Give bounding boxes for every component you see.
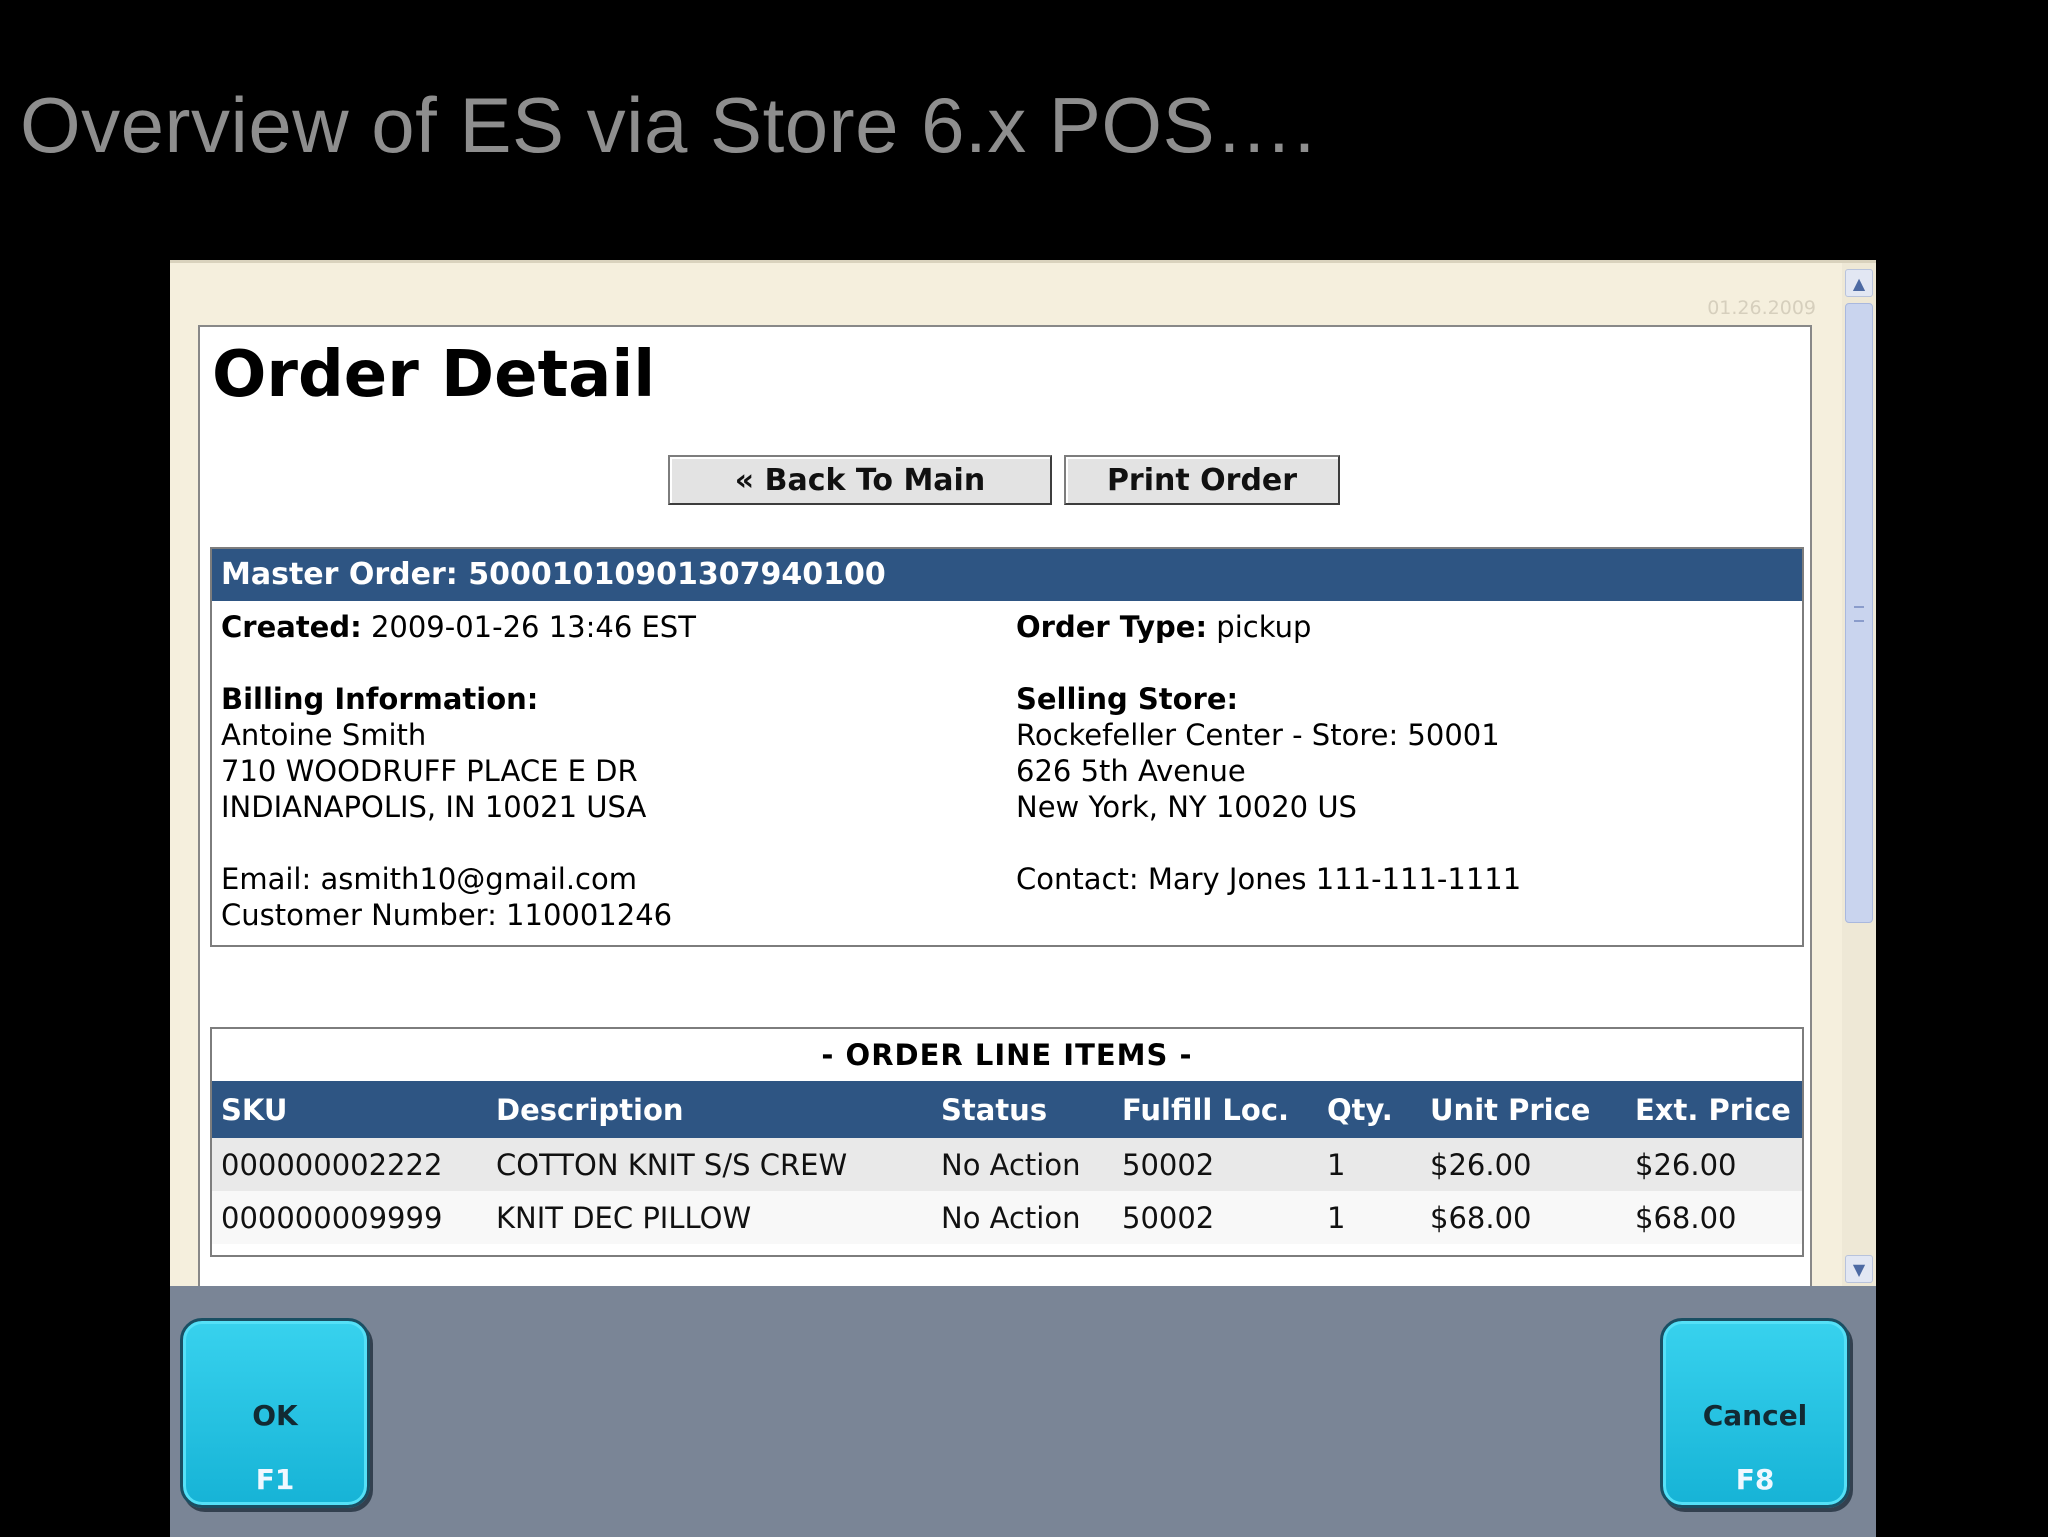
order-type-value: pickup xyxy=(1216,610,1312,644)
master-order-panel: Master Order: 50001010901307940100 Creat… xyxy=(210,547,1804,947)
ok-shortcut: F1 xyxy=(255,1463,295,1496)
scroll-up-icon[interactable]: ▲ xyxy=(1845,269,1873,297)
description-cell: KNIT DEC PILLOW xyxy=(487,1191,932,1244)
version-stamp: 01.26.2009 xyxy=(1707,297,1816,319)
qty-cell: 1 xyxy=(1318,1138,1421,1191)
table-header-row: SKU Description Status Fulfill Loc. Qty.… xyxy=(212,1081,1802,1138)
column-header: Ext. Price xyxy=(1626,1081,1802,1138)
unit-price-cell: $68.00 xyxy=(1421,1191,1626,1244)
order-detail-page: Order Detail « Back To Main Print Order … xyxy=(198,325,1812,1289)
billing-column: Created: 2009-01-26 13:46 EST Billing In… xyxy=(221,601,1001,933)
table-row[interactable]: 000000009999 KNIT DEC PILLOW No Action 5… xyxy=(212,1191,1802,1244)
scroll-down-icon[interactable]: ▼ xyxy=(1845,1255,1873,1283)
cancel-button[interactable]: Cancel F8 xyxy=(1660,1318,1850,1508)
scroll-grip-icon xyxy=(1854,606,1864,622)
master-order-header: Master Order: 50001010901307940100 xyxy=(212,549,1802,601)
browser-frame: 01.26.2009 ▲ ▼ Order Detail « Back To Ma… xyxy=(170,260,1876,1289)
store-address-line2: New York, NY 10020 US xyxy=(1016,790,1357,824)
store-address-line1: 626 5th Avenue xyxy=(1016,754,1246,788)
created-label: Created: xyxy=(221,610,362,644)
column-header: Fulfill Loc. xyxy=(1113,1081,1318,1138)
status-cell: No Action xyxy=(932,1191,1113,1244)
created-row: Created: 2009-01-26 13:46 EST xyxy=(221,609,1001,645)
cancel-shortcut: F8 xyxy=(1735,1463,1775,1496)
line-items-table: SKU Description Status Fulfill Loc. Qty.… xyxy=(212,1081,1802,1244)
back-to-main-button[interactable]: « Back To Main xyxy=(668,455,1052,505)
order-type-label: Order Type: xyxy=(1016,610,1208,644)
customer-number: Customer Number: 110001246 xyxy=(221,898,673,932)
slide-title: Overview of ES via Store 6.x POS…. xyxy=(20,81,1316,169)
ok-label: OK xyxy=(252,1399,298,1432)
status-cell: No Action xyxy=(932,1138,1113,1191)
store-name: Rockefeller Center - Store: 50001 xyxy=(1016,718,1500,752)
cancel-label: Cancel xyxy=(1702,1399,1808,1432)
order-line-items-panel: - ORDER LINE ITEMS - SKU Description Sta… xyxy=(210,1027,1804,1257)
billing-address-line2: INDIANAPOLIS, IN 10021 USA xyxy=(221,790,647,824)
qty-cell: 1 xyxy=(1318,1191,1421,1244)
created-value: 2009-01-26 13:46 EST xyxy=(370,610,696,644)
ok-button[interactable]: OK F1 xyxy=(180,1318,370,1508)
column-header: Description xyxy=(487,1081,932,1138)
page-title: Order Detail xyxy=(212,338,656,412)
selling-store-heading: Selling Store: xyxy=(1016,682,1239,716)
column-header: Status xyxy=(932,1081,1113,1138)
billing-heading: Billing Information: xyxy=(221,682,539,716)
fulfill-loc-cell: 50002 xyxy=(1113,1191,1318,1244)
store-column: Order Type: pickup Selling Store: Rockef… xyxy=(1016,601,1796,897)
function-key-panel: OK F1 Cancel F8 xyxy=(170,1286,1876,1537)
fulfill-loc-cell: 50002 xyxy=(1113,1138,1318,1191)
store-contact: Contact: Mary Jones 111-111-1111 xyxy=(1016,862,1522,896)
scroll-thumb[interactable] xyxy=(1845,303,1873,923)
column-header: SKU xyxy=(212,1081,487,1138)
sku-cell: 000000009999 xyxy=(212,1191,487,1244)
billing-email: Email: asmith10@gmail.com xyxy=(221,862,637,896)
line-items-heading: - ORDER LINE ITEMS - xyxy=(821,1038,1193,1072)
ext-price-cell: $26.00 xyxy=(1626,1138,1802,1191)
order-type-row: Order Type: pickup xyxy=(1016,609,1796,645)
description-cell: COTTON KNIT S/S CREW xyxy=(487,1138,932,1191)
billing-address-line1: 710 WOODRUFF PLACE E DR xyxy=(221,754,638,788)
billing-name: Antoine Smith xyxy=(221,718,427,752)
ext-price-cell: $68.00 xyxy=(1626,1191,1802,1244)
sku-cell: 000000002222 xyxy=(212,1138,487,1191)
pos-window: 01.26.2009 ▲ ▼ Order Detail « Back To Ma… xyxy=(170,260,1876,1537)
column-header: Qty. xyxy=(1318,1081,1421,1138)
print-order-button[interactable]: Print Order xyxy=(1064,455,1340,505)
table-row[interactable]: 000000002222 COTTON KNIT S/S CREW No Act… xyxy=(212,1138,1802,1191)
vertical-scrollbar[interactable]: ▲ ▼ xyxy=(1842,263,1876,1289)
column-header: Unit Price xyxy=(1421,1081,1626,1138)
unit-price-cell: $26.00 xyxy=(1421,1138,1626,1191)
